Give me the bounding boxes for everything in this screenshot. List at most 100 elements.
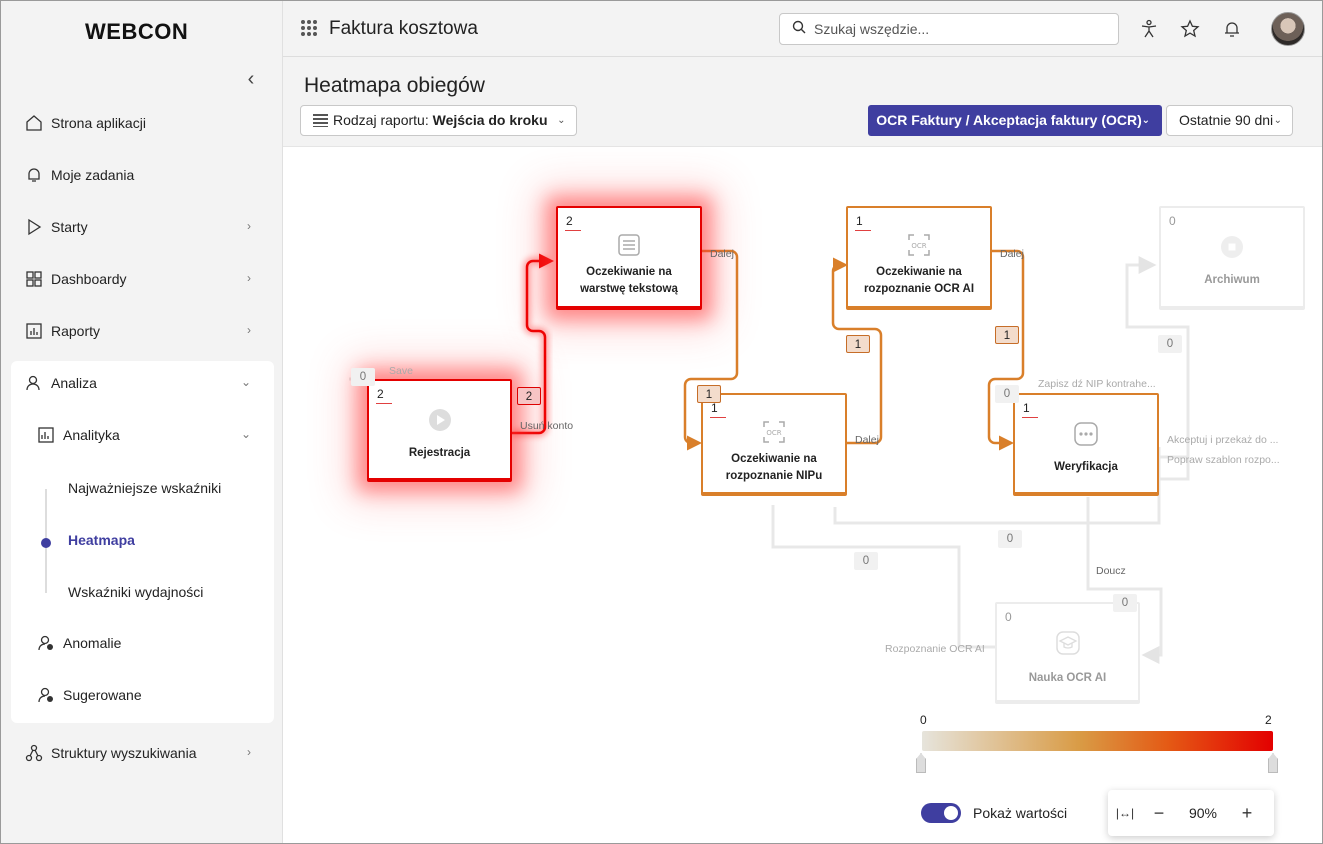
zoom-in-button[interactable]: + bbox=[1230, 803, 1264, 824]
chevron-right-icon: › bbox=[247, 271, 251, 285]
chevron-right-icon: › bbox=[247, 745, 251, 759]
zoom-out-button[interactable]: − bbox=[1142, 803, 1176, 824]
edge-count-badge: 0 bbox=[351, 368, 375, 386]
ocr-icon: OCR bbox=[906, 232, 932, 258]
legend-max: 2 bbox=[1265, 713, 1272, 727]
sidebar-item-struktury-wyszukiwania[interactable]: Struktury wyszukiwania › bbox=[11, 731, 273, 775]
svg-text:OCR: OCR bbox=[911, 242, 926, 250]
node-count: 0 bbox=[1169, 214, 1176, 228]
report-type-dropdown[interactable]: Rodzaj raportu: Wejścia do kroku ⌄ bbox=[300, 105, 577, 136]
period-dropdown[interactable]: Ostatnie 90 dni ⌄ bbox=[1166, 105, 1293, 136]
search-icon bbox=[792, 20, 806, 39]
sidebar-item-label: Moje zadania bbox=[51, 167, 135, 183]
user-suggest-icon bbox=[35, 684, 57, 706]
sidebar-item-analityka[interactable]: Analityka ⌄ bbox=[23, 413, 273, 457]
home-icon bbox=[23, 112, 45, 134]
node-count: 2 bbox=[565, 214, 581, 231]
sidebar-item-heatmapa[interactable]: Heatmapa bbox=[68, 532, 135, 548]
sidebar-item-analiza[interactable]: Analiza ⌄ bbox=[11, 361, 273, 405]
node-label: Oczekiwanie na rozpoznanie OCR AI bbox=[863, 266, 975, 295]
node-weryfikacja[interactable]: 1 Weryfikacja bbox=[1013, 393, 1159, 496]
node-label: Weryfikacja bbox=[1054, 461, 1118, 473]
edge-rejestracja-warstwa bbox=[512, 253, 554, 435]
sidebar-item-dashboardy[interactable]: Dashboardy › bbox=[11, 257, 273, 301]
edge-count-badge: 1 bbox=[846, 335, 870, 353]
chevron-down-icon: ⌄ bbox=[1141, 115, 1150, 126]
node-label: Rejestracja bbox=[408, 447, 471, 459]
period-label: Ostatnie 90 dni bbox=[1179, 112, 1274, 128]
node-oczekiwanie-nipu[interactable]: 1 OCR Oczekiwanie na rozpoznanie NIPu bbox=[701, 393, 847, 496]
node-oczekiwanie-warstwa[interactable]: 2 Oczekiwanie na warstwę tekstową bbox=[556, 206, 702, 310]
heatmap-canvas[interactable]: 2 Rejestracja 2 Oczekiwanie na warstwę t… bbox=[283, 147, 1322, 843]
sidebar-item-starty[interactable]: Starty › bbox=[11, 205, 273, 249]
analysis-icon bbox=[23, 372, 45, 394]
search-box[interactable] bbox=[779, 13, 1119, 45]
edge-label: Popraw szablon rozpo... bbox=[1167, 454, 1280, 466]
app-launcher-icon[interactable] bbox=[301, 20, 317, 36]
sidebar: WEBCON ‹ Strona aplikacji Moje zadania S… bbox=[1, 1, 283, 843]
legend-gradient bbox=[922, 731, 1273, 751]
edge-count-badge: 2 bbox=[517, 387, 541, 405]
sidebar-item-label: Struktury wyszukiwania bbox=[51, 745, 197, 761]
edge-label: Dalej bbox=[855, 434, 879, 446]
chevron-down-icon: ⌄ bbox=[240, 427, 251, 441]
stop-circle-icon bbox=[1219, 234, 1245, 260]
sidebar-item-label: Analityka bbox=[63, 427, 120, 443]
edge-rozpoznanie bbox=[771, 505, 995, 649]
sidebar-item-najwazniejsze[interactable]: Najważniejsze wskaźniki bbox=[68, 480, 221, 496]
sidebar-item-anomalie[interactable]: Anomalie bbox=[23, 621, 273, 665]
chevron-down-icon: ⌄ bbox=[557, 115, 566, 126]
bell-icon bbox=[23, 164, 45, 186]
edge-label: Doucz bbox=[1096, 565, 1126, 577]
node-count: 2 bbox=[376, 387, 392, 404]
app-title: Faktura kosztowa bbox=[329, 18, 478, 39]
process-selector-button[interactable]: OCR Faktury / Akceptacja faktury (OCR) ⌄ bbox=[868, 105, 1162, 136]
legend-min: 0 bbox=[920, 713, 927, 727]
edge-count-badge: 0 bbox=[1113, 594, 1137, 612]
edge-count-badge: 0 bbox=[995, 385, 1019, 403]
report-type-value: Wejścia do kroku bbox=[432, 112, 548, 128]
sidebar-item-label: Analiza bbox=[51, 375, 97, 391]
edge-label: Save bbox=[389, 365, 413, 377]
fit-width-icon[interactable]: |↔| bbox=[1108, 806, 1142, 820]
sidebar-item-moje-zadania[interactable]: Moje zadania bbox=[11, 153, 273, 197]
show-values-toggle[interactable] bbox=[921, 803, 961, 823]
sidebar-item-sugerowane[interactable]: Sugerowane bbox=[23, 673, 273, 717]
chevron-down-icon: ⌄ bbox=[1273, 115, 1282, 126]
node-count: 0 bbox=[1005, 610, 1012, 624]
table-icon bbox=[313, 114, 328, 127]
analytics-icon bbox=[35, 424, 57, 446]
zoom-control: |↔| − 90% + bbox=[1108, 790, 1274, 836]
notification-bell-icon[interactable] bbox=[1220, 17, 1244, 41]
node-label: Archiwum bbox=[1204, 274, 1260, 286]
collapse-sidebar-icon[interactable]: ‹ bbox=[241, 65, 261, 93]
more-dots-icon bbox=[1073, 421, 1099, 447]
node-label: Oczekiwanie na rozpoznanie NIPu bbox=[725, 453, 823, 482]
sidebar-item-wskazniki-wydajnosci[interactable]: Wskaźniki wydajności bbox=[68, 584, 203, 600]
document-icon bbox=[616, 232, 642, 258]
edge-count-badge: 1 bbox=[697, 385, 721, 403]
top-bar: Faktura kosztowa bbox=[283, 1, 1322, 57]
report-type-label: Rodzaj raportu: bbox=[333, 112, 429, 128]
node-nauka-ocr-ai[interactable]: 0 Nauka OCR AI bbox=[995, 602, 1140, 704]
zoom-level: 90% bbox=[1188, 805, 1218, 821]
accessibility-icon[interactable] bbox=[1137, 17, 1161, 41]
node-oczekiwanie-ocr-ai[interactable]: 1 OCR Oczekiwanie na rozpoznanie OCR AI bbox=[846, 206, 992, 310]
edge-glow bbox=[512, 257, 549, 437]
edge-count-badge: 0 bbox=[998, 530, 1022, 548]
sidebar-item-strona-aplikacji[interactable]: Strona aplikacji bbox=[11, 101, 273, 145]
search-input[interactable] bbox=[814, 21, 1114, 37]
sidebar-item-label: Starty bbox=[51, 219, 88, 235]
user-alert-icon bbox=[35, 632, 57, 654]
edge-count-badge: 0 bbox=[854, 552, 878, 570]
node-archiwum[interactable]: 0 Archiwum bbox=[1159, 206, 1305, 310]
node-count: 1 bbox=[855, 214, 871, 231]
node-rejestracja[interactable]: 2 Rejestracja bbox=[367, 379, 512, 482]
star-icon[interactable] bbox=[1178, 17, 1202, 41]
webcon-logo: WEBCON bbox=[85, 19, 189, 44]
sidebar-item-raporty[interactable]: Raporty › bbox=[11, 309, 273, 353]
node-label: Oczekiwanie na warstwę tekstową bbox=[580, 266, 678, 295]
user-avatar[interactable] bbox=[1271, 12, 1305, 46]
edge-label: Zapisz dź NIP kontrahe... bbox=[1038, 378, 1156, 390]
edge-label: Usuń konto bbox=[520, 420, 574, 432]
